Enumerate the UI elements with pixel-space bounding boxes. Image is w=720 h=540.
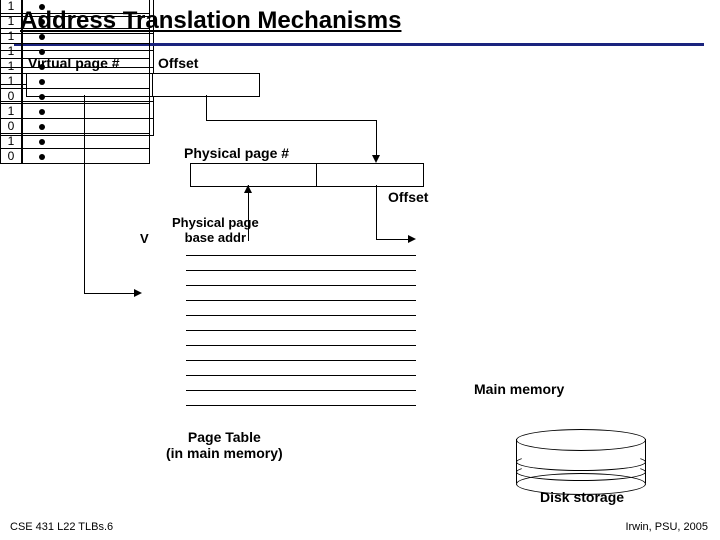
page-table-valid-cell: 1: [0, 0, 22, 14]
line-offset-down: [206, 95, 207, 120]
label-v-header: V: [140, 231, 149, 246]
line-pa-to-mm-v: [376, 185, 377, 239]
page-table-base-cell: [22, 0, 150, 14]
page-table-base-cell: [22, 88, 150, 104]
line-vpn-into-pt: [84, 293, 134, 294]
footer-left: CSE 431 L22 TLBs.6: [10, 521, 113, 533]
label-physical-page-num: Physical page #: [184, 145, 289, 161]
page-table-valid-cell: 1: [0, 133, 22, 149]
page-table-base-cell: [22, 13, 150, 29]
page-table-valid-cell: 0: [0, 148, 22, 164]
arrowhead-offset: [372, 155, 380, 163]
footer-right: Irwin, PSU, 2005: [625, 521, 708, 533]
page-table-valid-cell: 1: [0, 73, 22, 89]
page-table-base-cell: [22, 43, 150, 59]
label-main-memory: Main memory: [474, 381, 564, 397]
arrowhead-into-mm: [408, 235, 416, 243]
page-table-valid-cell: 1: [0, 28, 22, 44]
page-table-valid-cell: 0: [0, 118, 22, 134]
label-ppba-header: Physical page base addr: [172, 215, 259, 245]
page-table-base-cell: [22, 58, 150, 74]
label-offset-top: Offset: [158, 55, 198, 71]
physical-address-box: [190, 163, 424, 187]
arrowhead-ppn: [244, 185, 252, 193]
page-table-base-cell: [22, 148, 150, 164]
page-table-valid-cell: 1: [0, 13, 22, 29]
page-table-valid-cell: 1: [0, 43, 22, 59]
arrowhead-vpn: [134, 289, 142, 297]
page-table-valid-cell: 1: [0, 58, 22, 74]
page-table-base-cell: [22, 73, 150, 89]
label-offset-mid: Offset: [388, 189, 428, 205]
page-table-valid-cell: 1: [0, 103, 22, 119]
line-offset-into-pa: [376, 120, 377, 155]
page-table-base-cell: [22, 28, 150, 44]
line-offset-across: [206, 120, 376, 121]
page-table-valid-cell: 0: [0, 88, 22, 104]
disk-icon: [516, 429, 644, 493]
label-page-table-caption: Page Table (in main memory): [166, 429, 283, 461]
label-disk-storage: Disk storage: [540, 489, 624, 505]
line-pa-to-mm-h: [376, 239, 412, 240]
page-table-base-cell: [22, 103, 150, 119]
page-table-base-cell: [22, 133, 150, 149]
page-table-base-cell: [22, 118, 150, 134]
